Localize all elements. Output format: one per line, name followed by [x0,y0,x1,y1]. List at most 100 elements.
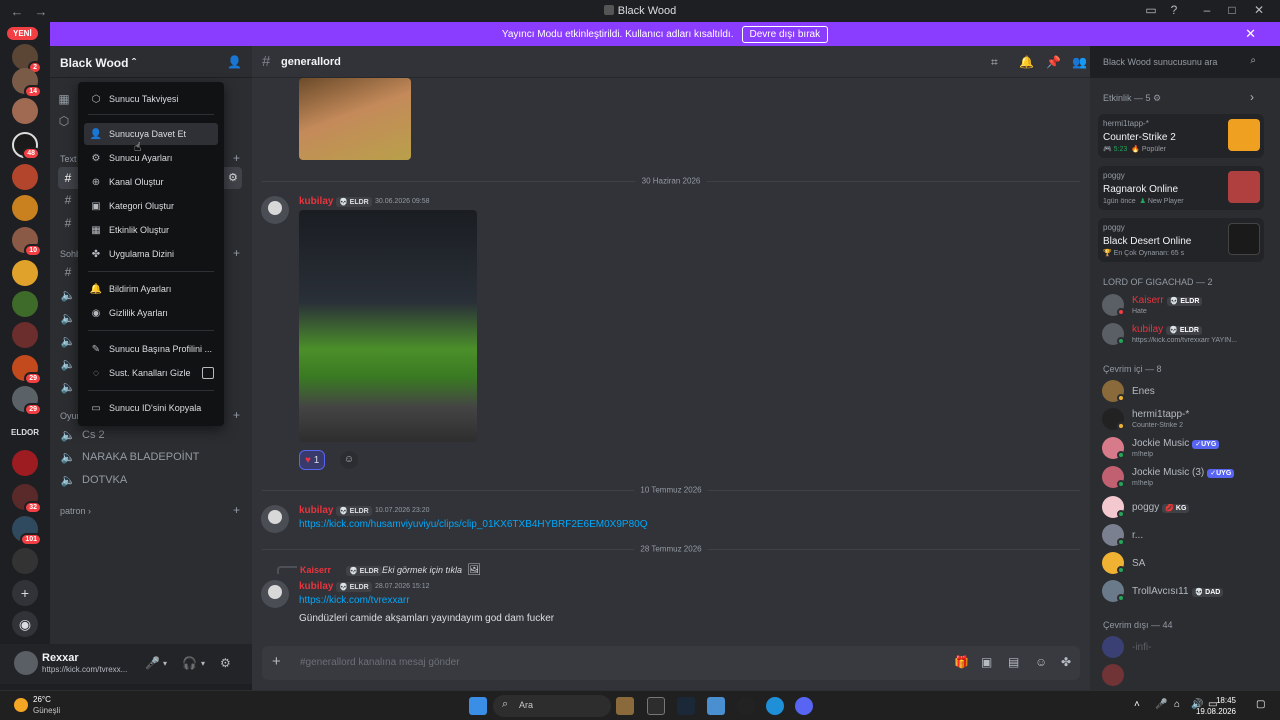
events-icon[interactable]: ▦ [56,88,76,110]
member-item[interactable]: Jockie Music ✓UYG m!help [1102,435,1272,463]
chevron-right-icon[interactable]: › [1250,90,1254,104]
server-icon[interactable] [12,291,38,317]
chevron-down-icon[interactable]: ▾ [201,659,205,668]
member-list-icon[interactable]: 👥 [1072,55,1087,69]
task-view-icon[interactable] [647,697,665,715]
menu-create-category[interactable]: ▣ Kategori Oluştur [84,195,218,217]
member-item[interactable]: Enes [1102,378,1272,406]
headphones-icon[interactable]: 🎧 [182,656,197,670]
heart-reaction[interactable]: ♥ 1 [299,450,326,470]
activity-card[interactable]: poggy Black Desert Online 🏆 En Çok Oynan… [1098,218,1264,262]
category-text[interactable]: Text [60,154,77,164]
message-image[interactable] [299,78,411,160]
server-icon[interactable]: 14 [12,68,42,98]
server-icon[interactable] [12,260,38,286]
steam-icon[interactable] [677,697,695,715]
username[interactable]: Rexxar [42,652,79,664]
server-icon[interactable]: 10 [12,227,42,257]
gift-icon[interactable]: 🎁 [954,655,969,669]
close-banner-icon[interactable]: ✕ [1245,26,1256,42]
boost-icon[interactable]: ⬡ [56,110,76,132]
add-server-icon[interactable]: + [12,580,38,606]
close-window-icon[interactable]: ✕ [1249,3,1269,17]
member-item[interactable]: Jockie Music (3) ✓UYG m!help [1102,464,1272,492]
voice-channel-cs2[interactable]: 🔈 Cs 2 [58,424,242,446]
new-badge[interactable]: YENİ [7,27,38,40]
weather-condition[interactable]: Güneşli [33,706,60,715]
menu-copy-server-id[interactable]: ▭ Sunucu ID'sini Kopyala [84,397,218,419]
menu-app-directory[interactable]: ✤ Uygulama Dizini [84,243,218,265]
member-item[interactable]: Kaiserr 💀 ELDR Hate [1102,292,1272,320]
maximize-icon[interactable]: □ [1222,3,1242,17]
notification-bell-icon[interactable]: 🔔 [1019,55,1034,69]
settings-gear-icon[interactable]: ⚙ [220,656,231,670]
activity-card[interactable]: poggy Ragnarok Online 1gün önce ♟ New Pl… [1098,166,1264,210]
discover-icon[interactable]: ◉ [12,611,38,637]
discord-icon[interactable] [795,697,813,715]
server-icon[interactable]: 32 [12,484,42,514]
server-icon[interactable] [12,450,38,476]
server-icon[interactable]: 29 [12,386,42,416]
avatar[interactable] [14,651,38,675]
add-reaction-icon[interactable]: ☺ [340,451,358,469]
activity-card[interactable]: hermi1tapp-* Counter-Strike 2 🎮 5:23 🔥 P… [1098,114,1264,158]
invite-people-icon[interactable]: 👤 [227,55,242,69]
channel-settings-icon[interactable]: ⚙ [228,171,238,184]
weather-sun-icon[interactable] [14,698,28,712]
member-item[interactable]: kubilay 💀 ELDR https://kick.com/tvrexxarr… [1102,321,1272,349]
server-search[interactable]: Black Wood sunucusunu ara ⌕ [1098,52,1262,72]
menu-server-settings[interactable]: ⚙ Sunucu Ayarları [84,147,218,169]
menu-notification-settings[interactable]: 🔔 Bildirim Ayarları [84,278,218,300]
server-icon-active[interactable] [12,548,38,574]
game-app-icon[interactable] [737,697,755,715]
edge-icon[interactable] [766,697,784,715]
menu-hide-muted-channels[interactable]: ◌ Sust. Kanalları Gizle [84,362,218,384]
minimize-icon[interactable]: – [1197,3,1217,17]
member-item[interactable]: SA [1102,550,1272,578]
voice-channel-dotvka[interactable]: 🔈 DOTVKA [58,469,242,491]
member-item[interactable]: hermi1tapp-* Counter-Strike 2 [1102,406,1272,434]
server-icon[interactable]: 29 [12,355,42,385]
message-link[interactable]: https://kick.com/husamviyuviyu/clips/cli… [299,519,647,530]
message-composer[interactable]: + #generallord kanalına mesaj gönder 🎁 ▣… [262,646,1080,680]
member-item[interactable]: -infi- [1102,634,1272,662]
avatar[interactable] [261,505,289,533]
taskbar-clock[interactable]: 18:45 19.08.2026 [1196,695,1236,717]
gif-icon[interactable]: ▣ [981,655,992,669]
member-item[interactable]: poggy 💋 KG [1102,494,1272,522]
server-icon[interactable] [12,164,38,190]
message-author[interactable]: kubilay [299,505,333,516]
weather-temp[interactable]: 26°C [33,695,51,704]
avatar[interactable] [261,196,289,224]
threads-icon[interactable]: ⌗ [991,55,998,70]
message-link[interactable]: https://kick.com/tvrexxarr [299,595,410,606]
inbox-icon[interactable]: ▭ [1141,3,1161,17]
server-icon[interactable]: 101 [12,516,42,546]
widget-icon[interactable] [616,697,634,715]
member-item[interactable]: TrollAvcısı11 💀 DAD [1102,578,1272,606]
message-image[interactable] [299,210,477,442]
taskbar-search[interactable]: ⌕ Ara [493,695,611,717]
network-icon[interactable]: ⌂ [1174,699,1180,710]
reply-author[interactable]: Kaiserr [300,565,331,575]
hide-muted-checkbox[interactable] [202,367,214,379]
start-icon[interactable] [469,697,487,715]
menu-privacy-settings[interactable]: ◉ Gizlilik Ayarları [84,302,218,324]
server-icon[interactable]: 48 [12,132,40,160]
add-channel-icon[interactable]: + [233,503,240,517]
menu-create-event[interactable]: ▦ Etkinlik Oluştur [84,219,218,241]
chevron-down-icon[interactable]: ▾ [163,659,167,668]
disable-streamer-mode-button[interactable]: Devre dışı bırak [741,25,829,43]
microphone-icon[interactable]: 🎤 [1155,699,1167,710]
server-eldor-label[interactable]: ELDOR [0,428,50,437]
apps-icon[interactable]: ✤ [1061,655,1071,669]
reply-preview[interactable]: Eki görmek için tıkla [382,565,462,575]
menu-create-channel[interactable]: ⊕ Kanal Oluştur [84,171,218,193]
add-channel-icon[interactable]: + [233,151,240,165]
sticker-icon[interactable]: ▤ [1008,655,1019,669]
message-author[interactable]: kubilay [299,581,333,592]
menu-server-boost[interactable]: ⬡ Sunucu Takviyesi [84,88,218,110]
member-item[interactable]: r... [1102,522,1272,550]
gear-icon[interactable]: ⚙ [1153,93,1161,103]
notifications-icon[interactable]: ▢ [1256,699,1265,710]
